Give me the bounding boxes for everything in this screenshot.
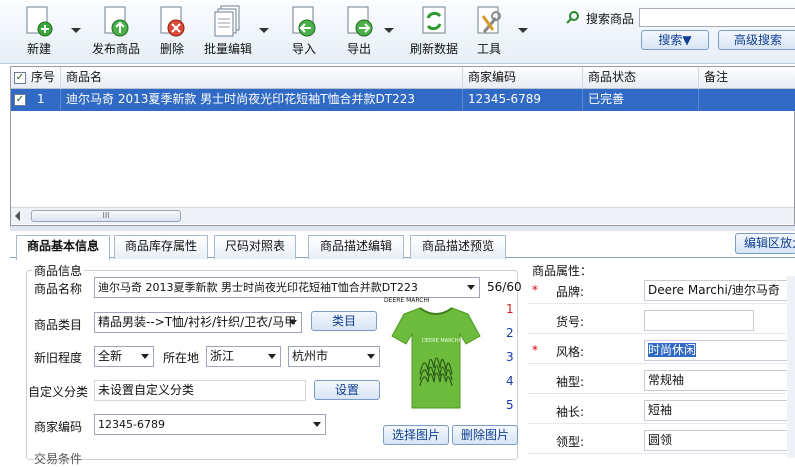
chevron-down-icon bbox=[268, 354, 276, 359]
grid-header-status[interactable]: 商品状态 bbox=[583, 67, 699, 89]
custom-category-field: 未设置自定义分类 bbox=[94, 380, 306, 401]
svg-text:DEERE MARCHI: DEERE MARCHI bbox=[422, 338, 460, 344]
delete-image-button[interactable]: 删除图片 bbox=[452, 425, 518, 445]
collar-field[interactable]: 圆领 bbox=[644, 430, 789, 451]
grid-header-code[interactable]: 商家编码 bbox=[463, 67, 583, 89]
horizontal-scrollbar[interactable]: III bbox=[11, 207, 794, 224]
province-select[interactable]: 浙江 bbox=[206, 346, 281, 367]
chevron-down-icon bbox=[141, 354, 149, 359]
chevron-down-icon bbox=[313, 422, 321, 427]
image-slot-3[interactable]: 3 bbox=[506, 350, 514, 364]
import-icon bbox=[292, 6, 316, 37]
export-button[interactable]: 导出 bbox=[343, 4, 375, 57]
delete-icon bbox=[160, 6, 185, 37]
merchant-code-label: 商家编码 bbox=[34, 420, 83, 434]
table-row[interactable]: ✓ 1 迪尔马奇 2013夏季新款 男士时尚夜光印花短袖T恤合并款DT223 1… bbox=[11, 89, 795, 111]
row-checkbox[interactable]: ✓ bbox=[14, 94, 26, 106]
tshirt-product-image[interactable]: DEERE MARCHI bbox=[390, 304, 482, 412]
grid-header-name[interactable]: 商品名 bbox=[61, 67, 463, 89]
row-name-cell: 迪尔马奇 2013夏季新款 男士时尚夜光印花短袖T恤合并款DT223 bbox=[61, 89, 463, 111]
attribute-row-sleeve-length: 袖长: 短袖 bbox=[528, 396, 789, 424]
tools-dropdown-arrow-icon[interactable] bbox=[518, 28, 528, 33]
search-input[interactable] bbox=[639, 8, 795, 27]
trade-conditions-label: 交易条件 bbox=[34, 452, 83, 466]
sleeve-length-field[interactable]: 短袖 bbox=[644, 400, 789, 421]
chevron-down-icon bbox=[367, 354, 375, 359]
search-icon bbox=[566, 11, 579, 24]
refresh-button[interactable]: 刷新数据 bbox=[408, 4, 460, 57]
new-button[interactable]: 新建 bbox=[22, 4, 56, 57]
image-slot-5[interactable]: 5 bbox=[506, 398, 514, 412]
export-dropdown-arrow-icon[interactable] bbox=[384, 28, 394, 33]
attribute-row-style: * 风格: 时尚休闲 bbox=[528, 336, 789, 364]
attributes-vertical-scrollbar[interactable] bbox=[787, 276, 795, 458]
chevron-down-icon bbox=[289, 320, 297, 325]
pane-splitter[interactable] bbox=[10, 226, 795, 231]
condition-select[interactable]: 全新 bbox=[94, 346, 154, 367]
detail-tabs: 商品基本信息 商品库存属性 尺码对照表 商品描述编辑 商品描述预览 bbox=[10, 232, 795, 260]
select-image-button[interactable]: 选择图片 bbox=[383, 425, 449, 445]
upload-icon bbox=[104, 6, 129, 37]
advanced-search-button[interactable]: 高级搜索 bbox=[718, 30, 795, 50]
export-icon bbox=[347, 6, 373, 37]
tab-description-edit[interactable]: 商品描述编辑 bbox=[308, 235, 404, 259]
delete-button[interactable]: 删除 bbox=[156, 4, 188, 57]
scrollbar-thumb[interactable]: III bbox=[31, 210, 181, 222]
attributes-panel: * 品牌: Deere Marchi/迪尔马奇 货号: * 风格: 时尚休闲 袖… bbox=[528, 276, 795, 458]
batch-edit-button[interactable]: 批量编辑 bbox=[202, 4, 254, 57]
svg-text:DEERE MARCHI: DEERE MARCHI bbox=[384, 297, 430, 304]
settings-button[interactable]: 设置 bbox=[314, 380, 380, 400]
attribute-row-item-number: 货号: bbox=[528, 306, 786, 334]
tab-description-preview[interactable]: 商品描述预览 bbox=[410, 235, 506, 259]
import-button[interactable]: 导入 bbox=[288, 4, 320, 57]
toolbar: 新建 发布商品 删除 批量编辑 导入 导出 刷新数据 工具 搜索商品 搜索▼ 高… bbox=[0, 0, 795, 64]
image-slot-4[interactable]: 4 bbox=[506, 374, 514, 388]
location-label: 所在地 bbox=[163, 351, 200, 365]
image-slot-1[interactable]: 1 bbox=[506, 302, 514, 316]
image-slot-2[interactable]: 2 bbox=[506, 326, 514, 340]
category-label: 商品类目 bbox=[34, 318, 83, 332]
row-code-cell: 12345-6789 bbox=[463, 89, 583, 111]
refresh-icon bbox=[422, 6, 446, 34]
row-index-cell: ✓ 1 bbox=[11, 89, 61, 111]
name-char-count: 56/60 bbox=[487, 280, 522, 294]
city-select[interactable]: 杭州市 bbox=[288, 346, 380, 367]
sleeve-type-field[interactable]: 常规袖 bbox=[644, 370, 789, 391]
new-document-icon bbox=[26, 6, 53, 37]
tools-icon bbox=[477, 6, 501, 34]
enlarge-edit-area-button[interactable]: 编辑区放大 bbox=[735, 233, 795, 254]
tab-inventory[interactable]: 商品库存属性 bbox=[114, 235, 208, 259]
condition-label: 新旧程度 bbox=[34, 351, 83, 365]
tools-button[interactable]: 工具 bbox=[473, 4, 505, 57]
brand-field[interactable]: Deere Marchi/迪尔马奇 bbox=[644, 280, 789, 301]
chevron-down-icon bbox=[467, 285, 475, 290]
merchant-code-select[interactable]: 12345-6789 bbox=[94, 414, 326, 435]
attribute-row-brand: * 品牌: Deere Marchi/迪尔马奇 bbox=[528, 276, 789, 304]
new-dropdown-arrow-icon[interactable] bbox=[71, 28, 81, 33]
name-label: 商品名称 bbox=[34, 282, 83, 296]
batch-documents-icon bbox=[214, 5, 240, 37]
grid-header-note[interactable]: 备注 bbox=[699, 67, 795, 89]
style-field[interactable]: 时尚休闲 bbox=[644, 340, 789, 361]
row-note-cell bbox=[699, 89, 795, 111]
product-info-title: 商品信息 bbox=[32, 262, 85, 279]
row-status-cell: 已完善 bbox=[583, 89, 699, 111]
custom-category-label: 自定义分类 bbox=[28, 385, 89, 399]
product-grid: ✓ 序号 商品名 商家编码 商品状态 备注 ✓ 1 迪尔马奇 2013夏季新款 … bbox=[10, 66, 795, 226]
grid-header: ✓ 序号 商品名 商家编码 商品状态 备注 bbox=[11, 67, 795, 89]
attribute-row-sleeve-type: 袖型: 常规袖 bbox=[528, 366, 789, 394]
item-number-field[interactable] bbox=[644, 310, 754, 331]
select-all-checkbox[interactable]: ✓ bbox=[14, 72, 26, 84]
attribute-row-collar: 领型: 圆领 bbox=[528, 426, 789, 454]
search-button[interactable]: 搜索▼ bbox=[641, 30, 709, 50]
category-select[interactable]: 精品男装-->T恤/衬衫/针织/卫衣/马甲 bbox=[94, 312, 302, 333]
batch-edit-dropdown-arrow-icon[interactable] bbox=[259, 28, 269, 33]
tab-basic-info[interactable]: 商品基本信息 bbox=[16, 235, 110, 260]
publish-button[interactable]: 发布商品 bbox=[90, 4, 142, 57]
grid-header-index[interactable]: ✓ 序号 bbox=[11, 67, 61, 89]
scroll-left-icon[interactable] bbox=[15, 211, 20, 221]
tab-size-chart[interactable]: 尺码对照表 bbox=[214, 235, 296, 259]
category-button[interactable]: 类目 bbox=[311, 311, 377, 331]
